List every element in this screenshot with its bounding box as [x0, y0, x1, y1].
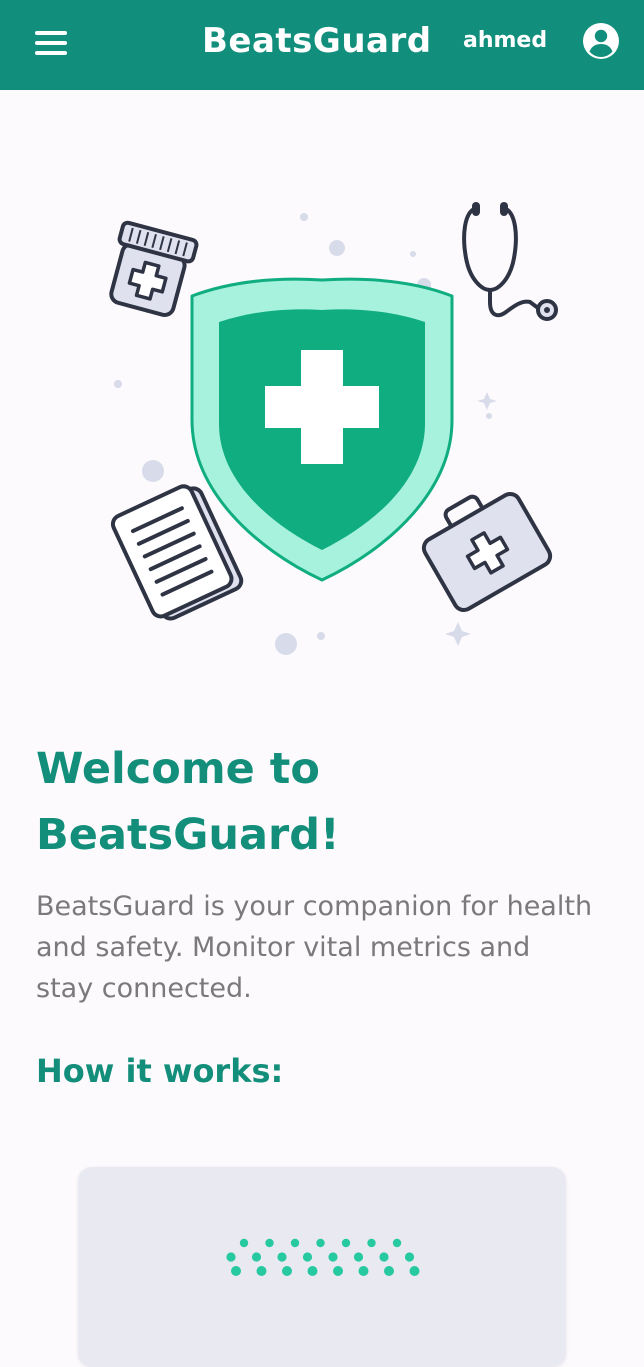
- pattern-dot: [392, 1238, 402, 1248]
- pattern-dot: [316, 1238, 325, 1248]
- app-bar: BeatsGuard ahmed: [0, 0, 644, 90]
- profile-button[interactable]: [580, 20, 622, 62]
- pattern-dot: [353, 1252, 364, 1262]
- how-it-works-card: [78, 1167, 566, 1367]
- pattern-dot: [282, 1266, 292, 1276]
- pattern-dot: [341, 1238, 351, 1248]
- intro-text: BeatsGuard is your companion for health …: [36, 891, 593, 1004]
- hamburger-menu-icon: [35, 31, 67, 35]
- app-title: BeatsGuard: [202, 21, 432, 61]
- pattern-dot: [226, 1252, 236, 1262]
- pattern-dot: [333, 1266, 343, 1276]
- first-aid-kit-icon: [421, 492, 553, 612]
- pattern-dot: [328, 1252, 338, 1262]
- shield-cross-icon: [190, 277, 454, 582]
- how-it-works-title: How it works:: [36, 1052, 284, 1090]
- pattern-dot: [239, 1238, 249, 1248]
- pattern-dot: [265, 1238, 274, 1248]
- pattern-dot: [379, 1252, 389, 1262]
- menu-button[interactable]: [28, 22, 74, 64]
- pattern-dot: [251, 1252, 262, 1262]
- pattern-dot: [231, 1266, 241, 1276]
- pattern-dot: [307, 1266, 318, 1276]
- pattern-dot: [277, 1252, 287, 1262]
- medicine-bottle-icon: [109, 220, 199, 317]
- pattern-dot: [256, 1266, 267, 1276]
- account-circle-icon: [583, 23, 619, 59]
- pattern-dot: [404, 1252, 415, 1262]
- pattern-dot: [409, 1266, 420, 1276]
- dots-pattern-illustration: [226, 1238, 420, 1276]
- pattern-dot: [290, 1238, 300, 1248]
- pattern-dot: [367, 1238, 376, 1248]
- welcome-title: Welcome to BeatsGuard!: [36, 744, 340, 860]
- pattern-dot: [384, 1266, 394, 1276]
- username-label: ahmed: [463, 28, 548, 53]
- stethoscope-icon: [462, 202, 558, 321]
- health-shield-illustration: [109, 202, 558, 655]
- pattern-dot: [358, 1266, 369, 1276]
- pattern-dot: [302, 1252, 313, 1262]
